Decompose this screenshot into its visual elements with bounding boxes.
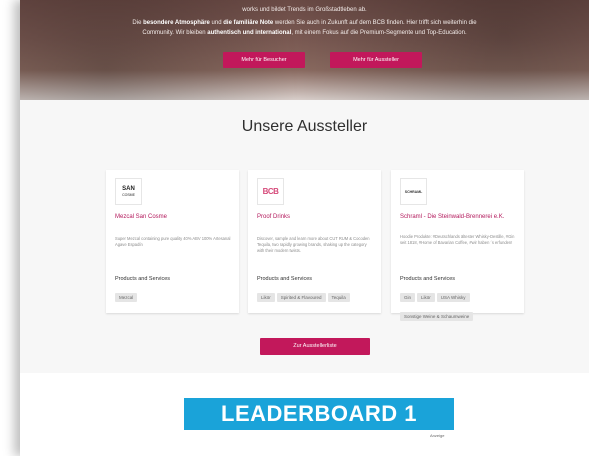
exhibitor-name[interactable]: Proof Drinks: [257, 213, 375, 222]
exhibitor-description: Discover, sample and learn more about CU…: [257, 236, 370, 254]
exhibitor-logo: SCHRAML: [400, 178, 427, 205]
tag[interactable]: Tequila: [327, 293, 350, 302]
hero-banner: works und bildet Trends im Großstadtlebe…: [20, 0, 589, 100]
exhibitor-description: Hoodie Produkte: #Deutschlands ältester …: [400, 234, 515, 246]
exhibitor-card[interactable]: SCHRAML Schraml - Die Steinwald-Brennere…: [391, 170, 524, 321]
tag[interactable]: Spirited & Flavoured: [276, 293, 326, 302]
tag[interactable]: Sonstige Weine & Schaumweine: [400, 312, 474, 321]
exhibitor-logo: BCB: [257, 178, 284, 205]
exhibitor-description: Super Mezcal containing pure quality 40%…: [115, 236, 231, 248]
hero-text-line-3: Community. Wir bleiben authentisch und i…: [142, 30, 467, 36]
products-label: Products and Services: [257, 276, 313, 282]
tag[interactable]: Likör: [417, 293, 435, 302]
tag[interactable]: Likör: [257, 293, 275, 302]
tag[interactable]: Gin: [400, 293, 416, 302]
tag-list: Likör Spirited & Flavoured Tequila: [257, 286, 377, 305]
tag[interactable]: Mezcal: [115, 293, 138, 302]
browser-page: works und bildet Trends im Großstadtlebe…: [0, 0, 589, 456]
ad-section: LEADERBOARD 1 Anzeige: [20, 373, 589, 456]
exhibitor-list-button[interactable]: Zur Ausstellerliste: [260, 338, 370, 355]
exhibitor-card[interactable]: SAN COSME Mezcal San Cosme Super Mezcal …: [106, 170, 239, 313]
tag-list: Mezcal: [115, 286, 235, 305]
products-label: Products and Services: [400, 276, 456, 282]
tag-list: Gin Likör USA Whisky Sonstige Weine & Schau…: [400, 286, 520, 324]
tag[interactable]: USA Whisky: [436, 293, 470, 302]
exhibitor-name[interactable]: Schraml - Die Steinwald-Brennerei e.K.: [400, 213, 518, 222]
page-sheet: works und bildet Trends im Großstadtlebe…: [20, 0, 589, 456]
hero-text-line-2: Die besondere Atmosphäre und die familiä…: [132, 20, 477, 26]
visitors-button[interactable]: Mehr für Besucher: [223, 52, 305, 68]
exhibitor-card[interactable]: BCB Proof Drinks Discover, sample and le…: [248, 170, 381, 313]
exhibitor-logo: SAN COSME: [115, 178, 142, 205]
exhibitors-button[interactable]: Mehr für Aussteller: [330, 52, 422, 68]
exhibitor-name[interactable]: Mezcal San Cosme: [115, 213, 233, 222]
hero-text-line-1: works und bildet Trends im Großstadtlebe…: [242, 7, 367, 13]
products-label: Products and Services: [115, 276, 171, 282]
section-title: Unsere Aussteller: [241, 118, 368, 135]
leaderboard-ad[interactable]: LEADERBOARD 1: [184, 398, 454, 430]
ad-label: Anzeige: [430, 433, 445, 438]
